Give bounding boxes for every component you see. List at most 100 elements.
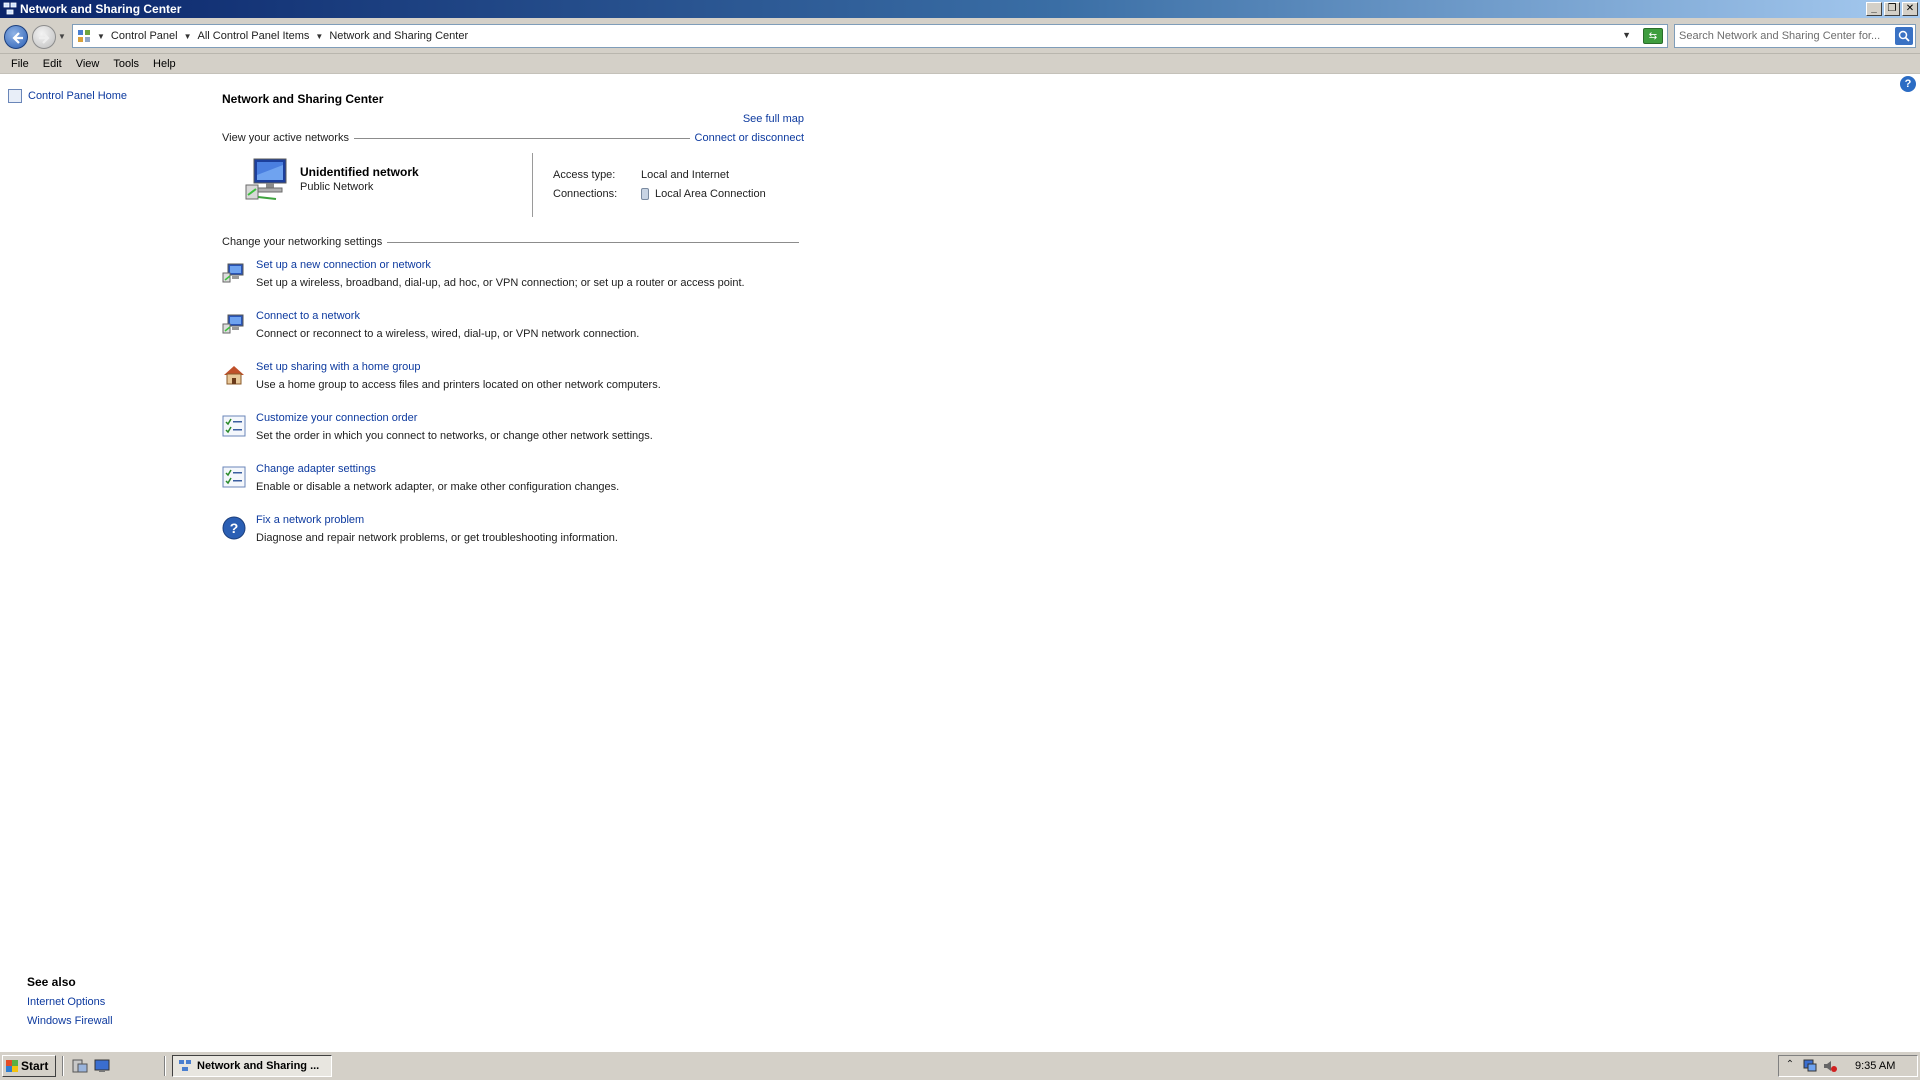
network-properties: Access type: Local and Internet Connecti… <box>553 165 766 203</box>
connect-network-desc: Connect or reconnect to a wireless, wire… <box>256 328 640 340</box>
menu-bar: File Edit View Tools Help <box>0 54 1920 74</box>
menu-help[interactable]: Help <box>146 58 183 70</box>
setup-connection-desc: Set up a wireless, broadband, dial-up, a… <box>256 277 745 289</box>
homegroup-link[interactable]: Set up sharing with a home group <box>256 361 421 373</box>
see-full-map-link[interactable]: See full map <box>743 113 804 125</box>
change-settings-header: Change your networking settings <box>222 236 804 248</box>
connect-network-icon <box>222 314 244 334</box>
internet-options-link[interactable]: Internet Options <box>27 996 113 1008</box>
restore-button[interactable]: ❐ <box>1884 2 1900 16</box>
refresh-button[interactable]: ⇆ <box>1643 28 1663 44</box>
section-divider <box>387 241 799 243</box>
adapter-settings-desc: Enable or disable a network adapter, or … <box>256 481 620 493</box>
menu-file[interactable]: File <box>4 58 36 70</box>
network-setup-icon <box>222 263 244 283</box>
network-type[interactable]: Public Network <box>300 181 373 193</box>
control-panel-home-label[interactable]: Control Panel Home <box>28 90 127 102</box>
crumb-separator[interactable]: ▼ <box>184 32 192 41</box>
setup-connection-link[interactable]: Set up a new connection or network <box>256 259 431 271</box>
menu-view[interactable]: View <box>69 58 107 70</box>
show-desktop-icon[interactable] <box>94 1059 110 1073</box>
windows-logo-icon <box>6 1060 18 1072</box>
breadcrumb-all-items[interactable]: All Control Panel Items <box>198 30 310 42</box>
search-icon[interactable] <box>1895 27 1913 45</box>
address-dropdown-icon[interactable]: ▼ <box>1622 30 1631 40</box>
taskbar-window-button[interactable]: Network and Sharing ... <box>172 1055 332 1077</box>
see-also-section: See also Internet Options Windows Firewa… <box>27 975 113 1034</box>
recent-pages-dropdown[interactable]: ▼ <box>58 32 66 41</box>
checklist-icon <box>222 415 246 437</box>
breadcrumb-control-panel[interactable]: Control Panel <box>111 30 178 42</box>
show-hidden-icons-icon[interactable]: ⌃ <box>1783 1059 1797 1073</box>
network-tray-icon[interactable] <box>1803 1059 1817 1073</box>
forward-arrow-icon <box>39 32 50 44</box>
taskbar-separator <box>62 1056 64 1076</box>
search-box[interactable] <box>1674 24 1916 48</box>
back-arrow-icon <box>12 32 23 44</box>
task-item: Set up a new connection or network Set u… <box>222 259 804 310</box>
start-label: Start <box>21 1059 49 1073</box>
task-item: Connect to a network Connect or reconnec… <box>222 310 804 361</box>
control-panel-icon <box>78 30 90 42</box>
see-also-heading: See also <box>27 975 76 989</box>
connection-order-desc: Set the order in which you connect to ne… <box>256 430 653 442</box>
window-title: Network and Sharing Center <box>20 2 182 16</box>
local-area-connection-link[interactable]: Local Area Connection <box>655 188 766 200</box>
network-center-icon <box>179 1060 191 1071</box>
address-toolbar: ▼ ▼ Control Panel ▼ All Control Panel It… <box>0 18 1920 54</box>
page-title: Network and Sharing Center <box>222 92 384 106</box>
breadcrumb-network-center[interactable]: Network and Sharing Center <box>329 30 468 42</box>
menu-tools[interactable]: Tools <box>106 58 146 70</box>
task-list: Set up a new connection or network Set u… <box>222 259 804 565</box>
adapter-settings-link[interactable]: Change adapter settings <box>256 463 376 475</box>
active-networks-header: View your active networks Connect or dis… <box>222 132 804 144</box>
control-panel-home-icon <box>8 89 22 103</box>
taskbar: Start Network and Sharing ... ⌃ 9:35 AM <box>0 1051 1920 1080</box>
clock[interactable]: 9:35 AM <box>1855 1060 1895 1072</box>
access-type-label: Access type: <box>553 168 616 181</box>
homegroup-icon <box>224 366 244 385</box>
volume-muted-icon[interactable] <box>1823 1059 1837 1073</box>
access-type-value: Local and Internet <box>641 168 730 181</box>
left-pane: Control Panel Home See also Internet Opt… <box>0 75 210 1051</box>
help-question-icon: ? <box>222 516 246 540</box>
menu-edit[interactable]: Edit <box>36 58 69 70</box>
fix-problem-link[interactable]: Fix a network problem <box>256 514 364 526</box>
network-divider <box>532 153 533 217</box>
taskbar-window-label: Network and Sharing ... <box>197 1060 320 1072</box>
task-item: Change adapter settings Enable or disabl… <box>222 463 804 514</box>
lan-adapter-icon <box>641 187 649 200</box>
crumb-separator[interactable]: ▼ <box>97 32 105 41</box>
address-field[interactable]: ▼ Control Panel ▼ All Control Panel Item… <box>72 24 1668 48</box>
search-input[interactable] <box>1679 28 1889 44</box>
back-button[interactable] <box>4 25 28 49</box>
change-settings-label: Change your networking settings <box>222 236 383 248</box>
close-button[interactable]: ✕ <box>1902 2 1918 16</box>
task-item: Customize your connection order Set the … <box>222 412 804 463</box>
forward-button[interactable] <box>32 25 56 49</box>
svg-text:?: ? <box>230 520 239 536</box>
active-network: Unidentified network Public Network Acce… <box>244 153 804 223</box>
checklist-icon <box>222 466 246 488</box>
system-tray: ⌃ 9:35 AM <box>1778 1055 1918 1077</box>
minimize-button[interactable]: _ <box>1866 2 1882 16</box>
connect-disconnect-link[interactable]: Connect or disconnect <box>695 132 804 144</box>
task-item: ? Fix a network problem Diagnose and rep… <box>222 514 804 565</box>
help-icon[interactable]: ? <box>1900 76 1916 92</box>
server-manager-icon[interactable] <box>72 1059 88 1073</box>
network-name: Unidentified network <box>300 165 419 179</box>
network-computer-icon <box>245 158 287 200</box>
taskbar-separator <box>164 1056 166 1076</box>
connections-label: Connections: <box>553 187 618 200</box>
section-divider <box>353 137 690 139</box>
windows-firewall-link[interactable]: Windows Firewall <box>27 1015 113 1027</box>
connection-order-link[interactable]: Customize your connection order <box>256 412 417 424</box>
title-bar: Network and Sharing Center _ ❐ ✕ <box>0 0 1920 18</box>
start-button[interactable]: Start <box>2 1055 56 1077</box>
control-panel-home-link[interactable]: Control Panel Home <box>8 89 127 103</box>
active-networks-label: View your active networks <box>222 132 349 144</box>
crumb-separator[interactable]: ▼ <box>315 32 323 41</box>
fix-problem-desc: Diagnose and repair network problems, or… <box>256 532 618 544</box>
connect-network-link[interactable]: Connect to a network <box>256 310 360 322</box>
task-item: Set up sharing with a home group Use a h… <box>222 361 804 412</box>
